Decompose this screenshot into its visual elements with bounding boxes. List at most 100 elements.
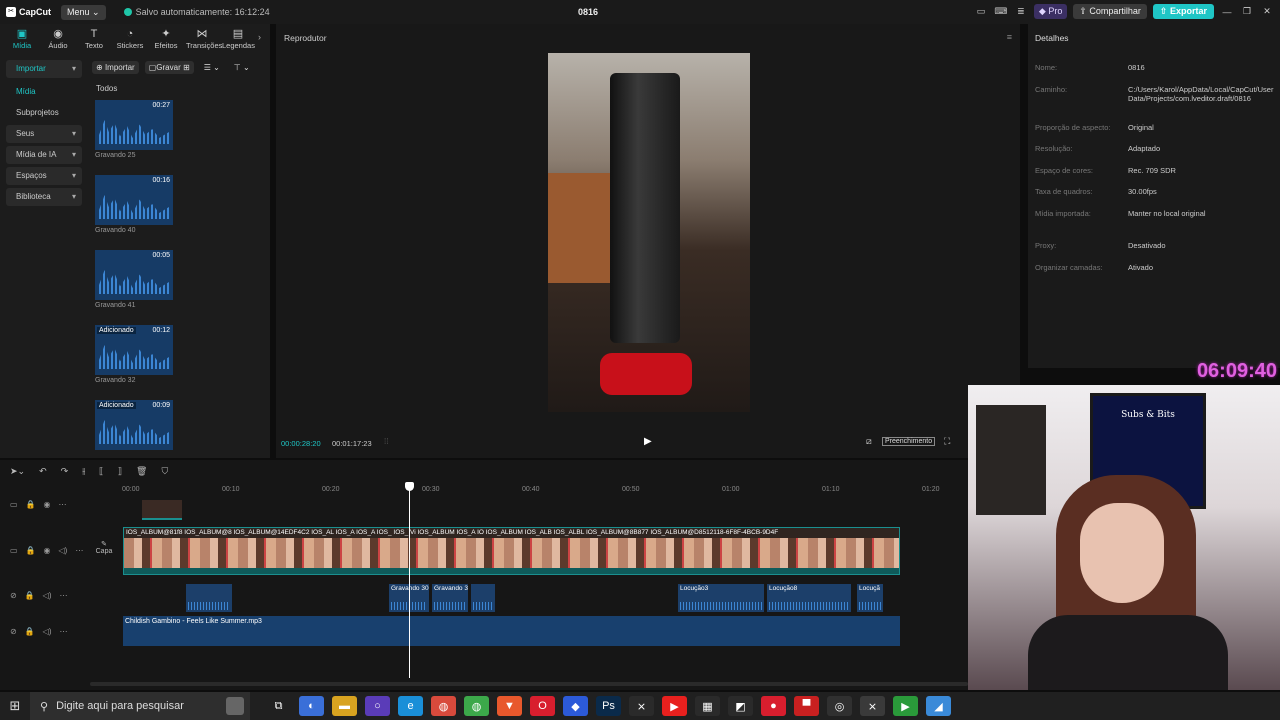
chevron-right-icon[interactable]: › bbox=[258, 32, 261, 42]
app-banner-icon[interactable]: ▀ bbox=[794, 696, 819, 716]
settings-icon[interactable]: ≣ bbox=[1014, 6, 1028, 17]
marker-icon[interactable]: ⛉ bbox=[161, 466, 168, 477]
app-blue-icon[interactable]: ◢ bbox=[926, 696, 951, 716]
sidebar-item[interactable]: Mídia bbox=[6, 83, 82, 101]
app-green-icon[interactable]: ▶ bbox=[893, 696, 918, 716]
media-thumbnail[interactable]: 00:16 bbox=[95, 175, 173, 225]
voice-clip[interactable] bbox=[471, 584, 495, 612]
lock-icon[interactable]: 🔒 bbox=[26, 500, 36, 509]
file-explorer-icon[interactable]: ▬ bbox=[332, 696, 357, 716]
close-icon[interactable]: ✕ bbox=[1260, 6, 1274, 17]
player-menu-icon[interactable]: ≡ bbox=[1007, 32, 1012, 42]
undo-icon[interactable]: ↶ bbox=[39, 466, 47, 477]
capcut-icon[interactable]: ⨯ bbox=[629, 696, 654, 716]
export-button[interactable]: ⇧ Exportar bbox=[1152, 4, 1214, 19]
import-button[interactable]: ⊕ Importar bbox=[92, 61, 139, 74]
sidebar-item[interactable]: Seus ▾ bbox=[6, 125, 82, 143]
sticker-clip[interactable] bbox=[142, 500, 182, 520]
media-thumbnail[interactable]: 00:12 Adicionado bbox=[95, 325, 173, 375]
sidebar-item[interactable]: Biblioteca ▾ bbox=[6, 188, 82, 206]
layout-icon[interactable]: ▭ bbox=[974, 6, 988, 17]
sidebar-item[interactable]: Subprojetos bbox=[6, 104, 82, 122]
tab-text[interactable]: T Texto bbox=[78, 24, 110, 54]
photoshop-icon[interactable]: Ps bbox=[596, 696, 621, 716]
app-red-icon[interactable]: ● bbox=[761, 696, 786, 716]
audio-icon[interactable]: ◁) bbox=[59, 546, 68, 555]
cover-button[interactable]: ✎ Capa bbox=[94, 540, 114, 555]
sidebar-item[interactable]: Mídia de IA ▾ bbox=[6, 146, 82, 164]
tab-transitions[interactable]: ⋈ Transições bbox=[186, 24, 222, 54]
ratio-icon[interactable]: ⧄ bbox=[866, 436, 872, 447]
record-button[interactable]: ▢Gravar ⊞ bbox=[144, 61, 194, 74]
audio-icon[interactable]: ◁) bbox=[43, 627, 52, 636]
track-icon[interactable]: ▭ bbox=[10, 500, 18, 509]
app-diamond-icon[interactable]: ◆ bbox=[563, 696, 588, 716]
edge-icon[interactable]: e bbox=[398, 696, 423, 716]
filter-button[interactable]: ⊤ ⌄ bbox=[230, 61, 254, 74]
youtube-icon[interactable]: ▶ bbox=[662, 696, 687, 716]
maximize-icon[interactable]: ❐ bbox=[1240, 6, 1254, 17]
sort-button[interactable]: ☰ ⌄ bbox=[200, 61, 224, 74]
split-left-icon[interactable]: ⟦ bbox=[99, 466, 103, 477]
pro-button[interactable]: ◆ Pro bbox=[1033, 4, 1068, 19]
lock-icon[interactable]: 🔒 bbox=[25, 591, 35, 600]
voice-clip[interactable] bbox=[186, 584, 232, 612]
media-thumbnail[interactable]: 00:27 bbox=[95, 100, 173, 150]
share-button[interactable]: ⇪ Compartilhar bbox=[1073, 4, 1147, 19]
tab-audio[interactable]: ◉ Áudio bbox=[42, 24, 74, 54]
video-clip-strip[interactable]: IOS_ALBUM@81f8 IOS_ALBUM@8 IOS_ALBUM@14E… bbox=[123, 527, 900, 575]
shortcuts-icon[interactable]: ⌨ bbox=[994, 6, 1008, 17]
eye-icon[interactable]: ◉ bbox=[44, 546, 51, 555]
voice-clip[interactable]: Locuçã bbox=[857, 584, 883, 612]
lock-icon[interactable]: 🔒 bbox=[25, 627, 35, 636]
timeline-ruler[interactable]: 00:00 00:10 00:20 00:30 00:40 00:50 01:00 01:10… bbox=[122, 484, 952, 498]
timeline-scrollbar[interactable] bbox=[90, 682, 968, 686]
taskbar-search[interactable]: ⚲ Digite aqui para pesquisar bbox=[30, 692, 250, 720]
audio-icon[interactable]: ◁) bbox=[43, 591, 52, 600]
delete-icon[interactable]: 🗑 bbox=[136, 466, 147, 477]
opera-icon[interactable]: O bbox=[530, 696, 555, 716]
more-icon[interactable]: ⋯ bbox=[59, 500, 67, 509]
minimize-icon[interactable]: — bbox=[1220, 7, 1234, 17]
playhead-line[interactable] bbox=[409, 482, 410, 678]
copilot-icon[interactable]: ◐ bbox=[299, 696, 324, 716]
voice-clip[interactable]: Gravando 3 bbox=[432, 584, 468, 612]
chrome-icon[interactable]: ◍ bbox=[431, 696, 456, 716]
app-purple-icon[interactable]: ○ bbox=[365, 696, 390, 716]
lock-icon[interactable]: 🔒 bbox=[26, 546, 36, 555]
tab-media[interactable]: ▣ Mídia bbox=[6, 24, 38, 54]
tab-effects[interactable]: ✦ Efeitos bbox=[150, 24, 182, 54]
playhead-handle[interactable] bbox=[405, 482, 414, 491]
more-icon[interactable]: ⋯ bbox=[60, 591, 68, 600]
track-icon[interactable]: ⊘ bbox=[10, 591, 17, 600]
media-thumbnail[interactable]: 00:05 bbox=[95, 250, 173, 300]
windows-start-icon[interactable]: ⊞ bbox=[0, 698, 30, 714]
brave-icon[interactable]: ▼ bbox=[497, 696, 522, 716]
video-preview[interactable] bbox=[548, 53, 750, 412]
store-icon[interactable]: ▦ bbox=[695, 696, 720, 716]
track-icon[interactable]: ⊘ bbox=[10, 627, 17, 636]
sidebar-item[interactable]: Espaços ▾ bbox=[6, 167, 82, 185]
timecode-toggle-icon[interactable]: ⁞⁞ bbox=[384, 437, 388, 446]
redo-icon[interactable]: ↷ bbox=[61, 466, 69, 477]
task-view-icon[interactable]: ⧉ bbox=[266, 696, 291, 716]
tab-sticker[interactable]: ◔ Stickers bbox=[114, 24, 146, 54]
split-right-icon[interactable]: ⟧ bbox=[118, 466, 122, 477]
select-cursor-icon[interactable]: ➤⌄ bbox=[10, 466, 25, 477]
eye-icon[interactable]: ◉ bbox=[44, 500, 51, 509]
track-icon[interactable]: ▭ bbox=[10, 546, 18, 555]
app-dark-icon[interactable]: ◩ bbox=[728, 696, 753, 716]
media-thumbnail[interactable]: 00:09 Adicionado bbox=[95, 400, 173, 450]
music-clip[interactable]: Childish Gambino - Feels Like Summer.mp3 bbox=[123, 616, 900, 646]
fullscreen-icon[interactable]: ⛶ bbox=[944, 436, 950, 447]
voice-clip[interactable]: Locução3 bbox=[678, 584, 764, 612]
chrome-alt-icon[interactable]: ◍ bbox=[464, 696, 489, 716]
more-icon[interactable]: ⋯ bbox=[75, 546, 83, 555]
capcut-active-icon[interactable]: ⨯ bbox=[860, 696, 885, 716]
sidebar-item[interactable]: Importar ▾ bbox=[6, 60, 82, 78]
tab-captions[interactable]: ▤ Legendas bbox=[222, 24, 255, 54]
play-icon[interactable]: ▶ bbox=[644, 436, 652, 447]
fill-mode-button[interactable]: Preenchimento bbox=[882, 437, 936, 446]
menu-button[interactable]: Menu ⌄ bbox=[61, 4, 106, 20]
voice-clip[interactable]: Locução8 bbox=[767, 584, 851, 612]
